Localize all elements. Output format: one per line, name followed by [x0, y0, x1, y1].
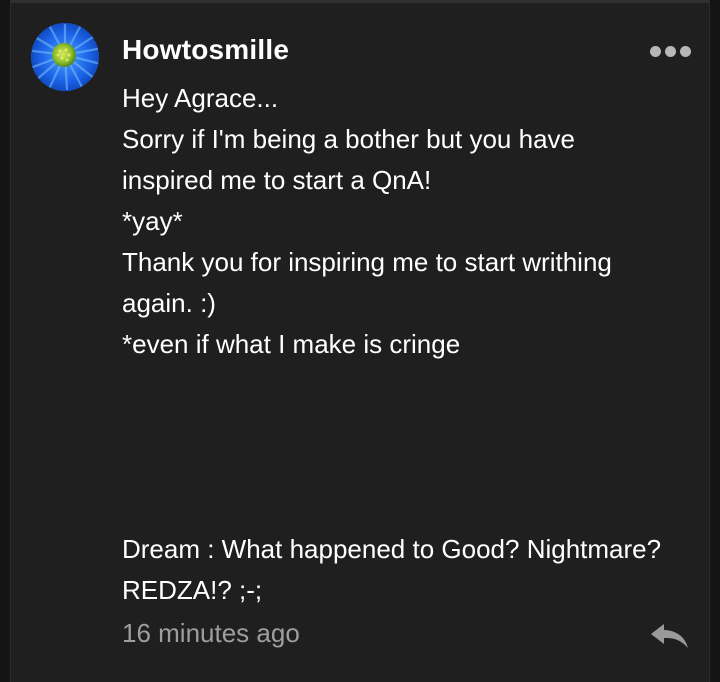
comment-line: Thank you for inspiring me to start writ… [122, 247, 612, 277]
comment-line: *yay* [122, 206, 183, 236]
reply-button[interactable] [648, 620, 692, 652]
reply-line: REDZA!? ;-; [122, 575, 263, 605]
timestamp: 16 minutes ago [122, 618, 300, 648]
comment-line: *even if what I make is cringe [122, 329, 461, 359]
more-options-button[interactable] [644, 38, 696, 64]
card-divider [10, 0, 710, 3]
dot [679, 45, 691, 57]
avatar[interactable] [31, 23, 99, 91]
blue-flower-avatar-icon [31, 23, 99, 91]
reply-line: Dream : What happened to Good? Nightmare… [122, 534, 662, 564]
dot [664, 45, 676, 57]
comment-line: Sorry if I'm being a bother but you have [122, 124, 575, 154]
comment-line: Hey Agrace... [122, 83, 279, 113]
comment-line: again. :) [122, 288, 216, 318]
comment-line: inspired me to start a QnA! [122, 165, 432, 195]
more-dots-icon [649, 45, 691, 57]
reply-arrow-icon [651, 624, 688, 648]
username[interactable]: Howtosmille [122, 34, 289, 66]
comment-reply-question: Dream : What happened to Good? Nightmare… [122, 529, 692, 611]
dot [649, 45, 661, 57]
comment-body: Hey Agrace... Sorry if I'm being a bothe… [122, 78, 692, 365]
